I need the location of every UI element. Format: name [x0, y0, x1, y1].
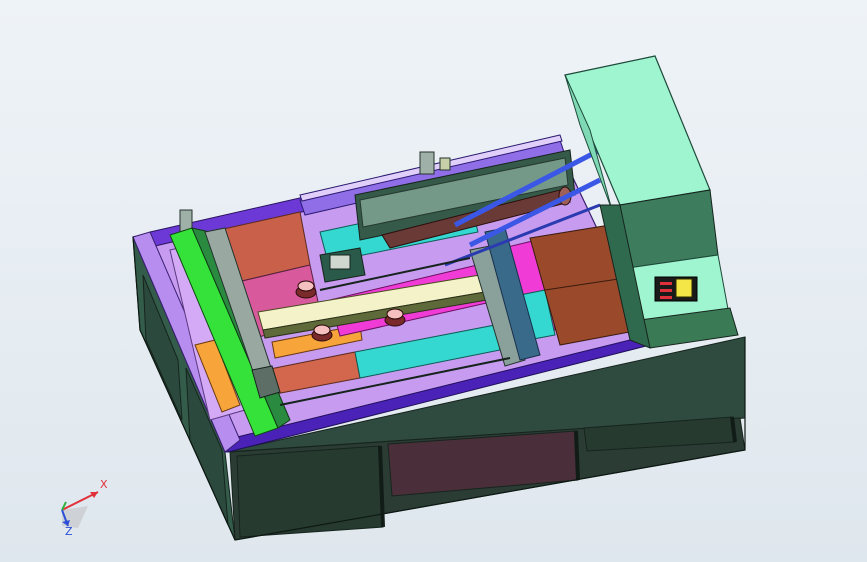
- carriage-motor: [329, 254, 351, 270]
- coordinate-triad[interactable]: X Z: [48, 470, 118, 540]
- frame-post: [574, 430, 580, 481]
- indicator-light: [660, 296, 672, 299]
- bushing-left: [295, 280, 317, 299]
- bushing-right: [384, 308, 406, 327]
- z-axis-label: Z: [65, 525, 73, 538]
- indicator-light: [660, 282, 672, 285]
- indicator-light: [660, 289, 672, 292]
- rail-bracket: [419, 151, 435, 175]
- control-panel-label: [675, 278, 693, 298]
- machine-model[interactable]: [0, 0, 867, 562]
- bushing-center: [311, 324, 333, 342]
- x-axis-label: X: [100, 478, 108, 491]
- rail-bracket-cap: [439, 157, 451, 171]
- cad-viewport[interactable]: X Z: [0, 0, 867, 562]
- frame-bay-left: [236, 445, 384, 538]
